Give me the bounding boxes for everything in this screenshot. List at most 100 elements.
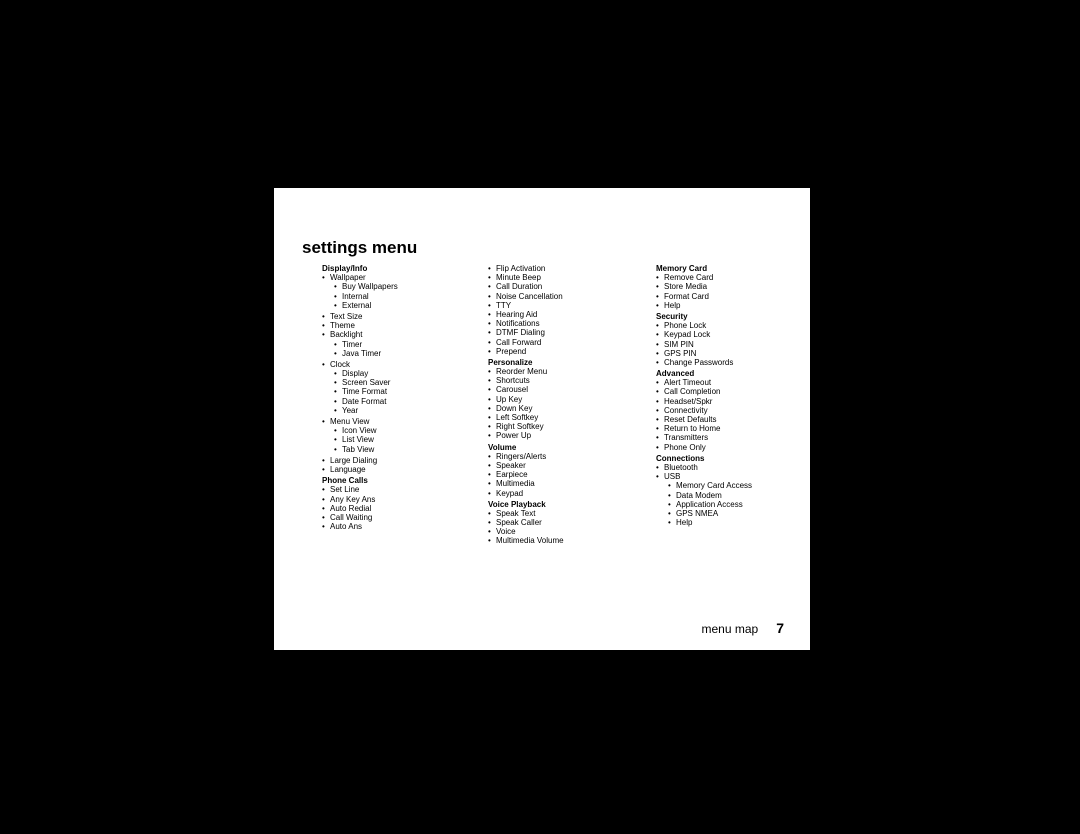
menu-item-label: Store Media <box>664 282 707 291</box>
column-3: Memory CardRemove CardStore MediaFormat … <box>634 264 804 548</box>
menu-item-label: Down Key <box>496 404 532 413</box>
menu-item-label: Headset/Spkr <box>664 397 712 406</box>
menu-item: Java Timer <box>342 349 464 358</box>
menu-item-label: Call Completion <box>664 387 720 396</box>
menu-item-label: Language <box>330 465 366 474</box>
menu-item-label: Multimedia <box>496 479 535 488</box>
menu-item: Carousel <box>496 385 632 394</box>
menu-item: Format Card <box>664 292 802 301</box>
menu-item: Prepend <box>496 347 632 356</box>
menu-item: Flip Activation <box>496 264 632 273</box>
menu-item-label: Memory Card Access <box>676 481 752 490</box>
menu-item-label: Clock <box>330 360 350 369</box>
menu-item-label: List View <box>342 435 374 444</box>
menu-item-label: Timer <box>342 340 362 349</box>
menu-item-label: DTMF Dialing <box>496 328 545 337</box>
menu-item-label: GPS PIN <box>664 349 696 358</box>
menu-item-label: Java Timer <box>342 349 381 358</box>
menu-list: Buy WallpapersInternalExternal <box>330 282 464 310</box>
menu-item: WallpaperBuy WallpapersInternalExternal <box>330 273 464 310</box>
menu-item-label: Text Size <box>330 312 362 321</box>
menu-item-label: Auto Redial <box>330 504 371 513</box>
menu-item-label: Display <box>342 369 368 378</box>
menu-item-label: Right Softkey <box>496 422 544 431</box>
menu-item: Shortcuts <box>496 376 632 385</box>
section-heading: Memory Card <box>636 264 802 273</box>
menu-item-label: Voice <box>496 527 516 536</box>
menu-item-label: Menu View <box>330 417 369 426</box>
menu-item-label: Bluetooth <box>664 463 698 472</box>
menu-item-label: Noise Cancellation <box>496 292 563 301</box>
footer-page-number: 7 <box>776 620 784 636</box>
menu-list: DisplayScreen SaverTime FormatDate Forma… <box>330 369 464 415</box>
menu-item-label: Date Format <box>342 397 386 406</box>
menu-item-label: Speaker <box>496 461 526 470</box>
menu-item: Reset Defaults <box>664 415 802 424</box>
menu-item: Return to Home <box>664 424 802 433</box>
menu-item: Hearing Aid <box>496 310 632 319</box>
menu-item-label: Backlight <box>330 330 362 339</box>
menu-list: Flip ActivationMinute BeepCall DurationN… <box>468 264 632 356</box>
menu-item: Auto Ans <box>330 522 464 531</box>
menu-item-label: Minute Beep <box>496 273 541 282</box>
menu-item: Theme <box>330 321 464 330</box>
menu-item: Set Line <box>330 485 464 494</box>
menu-item: USBMemory Card AccessData ModemApplicati… <box>664 472 802 527</box>
menu-item: DTMF Dialing <box>496 328 632 337</box>
menu-item: Connectivity <box>664 406 802 415</box>
menu-item-label: Alert Timeout <box>664 378 711 387</box>
menu-item-label: Flip Activation <box>496 264 545 273</box>
page-footer: menu map 7 <box>702 620 785 636</box>
menu-item: Phone Only <box>664 443 802 452</box>
menu-list: Remove CardStore MediaFormat CardHelp <box>636 273 802 310</box>
menu-list: Phone LockKeypad LockSIM PINGPS PINChang… <box>636 321 802 367</box>
menu-item-label: Keypad <box>496 489 523 498</box>
menu-item: Time Format <box>342 387 464 396</box>
menu-item-label: Call Duration <box>496 282 542 291</box>
section-heading: Personalize <box>468 358 632 367</box>
menu-item: Help <box>664 301 802 310</box>
menu-list: Icon ViewList ViewTab View <box>330 426 464 454</box>
menu-list: TimerJava Timer <box>330 340 464 358</box>
menu-item-label: External <box>342 301 371 310</box>
menu-item: Memory Card Access <box>676 481 802 490</box>
menu-item-label: Help <box>676 518 692 527</box>
menu-item: Minute Beep <box>496 273 632 282</box>
menu-item-label: Ringers/Alerts <box>496 452 546 461</box>
menu-list: Alert TimeoutCall CompletionHeadset/Spkr… <box>636 378 802 452</box>
section-heading: Advanced <box>636 369 802 378</box>
section-heading: Security <box>636 312 802 321</box>
menu-item-label: Phone Only <box>664 443 706 452</box>
menu-item-label: Up Key <box>496 395 522 404</box>
menu-list: Memory Card AccessData ModemApplication … <box>664 481 802 527</box>
menu-item: Buy Wallpapers <box>342 282 464 291</box>
menu-item: Call Duration <box>496 282 632 291</box>
menu-item-label: Any Key Ans <box>330 495 375 504</box>
menu-item: Remove Card <box>664 273 802 282</box>
page-title: settings menu <box>302 238 784 258</box>
menu-item-label: Hearing Aid <box>496 310 537 319</box>
menu-item: Timer <box>342 340 464 349</box>
section-heading: Phone Calls <box>302 476 464 485</box>
menu-item-label: Transmitters <box>664 433 708 442</box>
menu-list: BluetoothUSBMemory Card AccessData Modem… <box>636 463 802 527</box>
menu-item-label: Reset Defaults <box>664 415 716 424</box>
menu-item: Text Size <box>330 312 464 321</box>
menu-list: Reorder MenuShortcutsCarouselUp KeyDown … <box>468 367 632 441</box>
menu-item-label: Help <box>664 301 680 310</box>
menu-item-label: Buy Wallpapers <box>342 282 398 291</box>
menu-item-label: Reorder Menu <box>496 367 547 376</box>
menu-item: Left Softkey <box>496 413 632 422</box>
menu-item-label: Tab View <box>342 445 374 454</box>
menu-item: SIM PIN <box>664 340 802 349</box>
menu-item: Alert Timeout <box>664 378 802 387</box>
menu-item: Call Forward <box>496 338 632 347</box>
menu-item: Language <box>330 465 464 474</box>
menu-item: Multimedia Volume <box>496 536 632 545</box>
menu-item-label: Connectivity <box>664 406 708 415</box>
menu-item: Earpiece <box>496 470 632 479</box>
menu-item: Date Format <box>342 397 464 406</box>
section-heading: Volume <box>468 443 632 452</box>
menu-item-label: Prepend <box>496 347 526 356</box>
menu-item-label: Earpiece <box>496 470 528 479</box>
